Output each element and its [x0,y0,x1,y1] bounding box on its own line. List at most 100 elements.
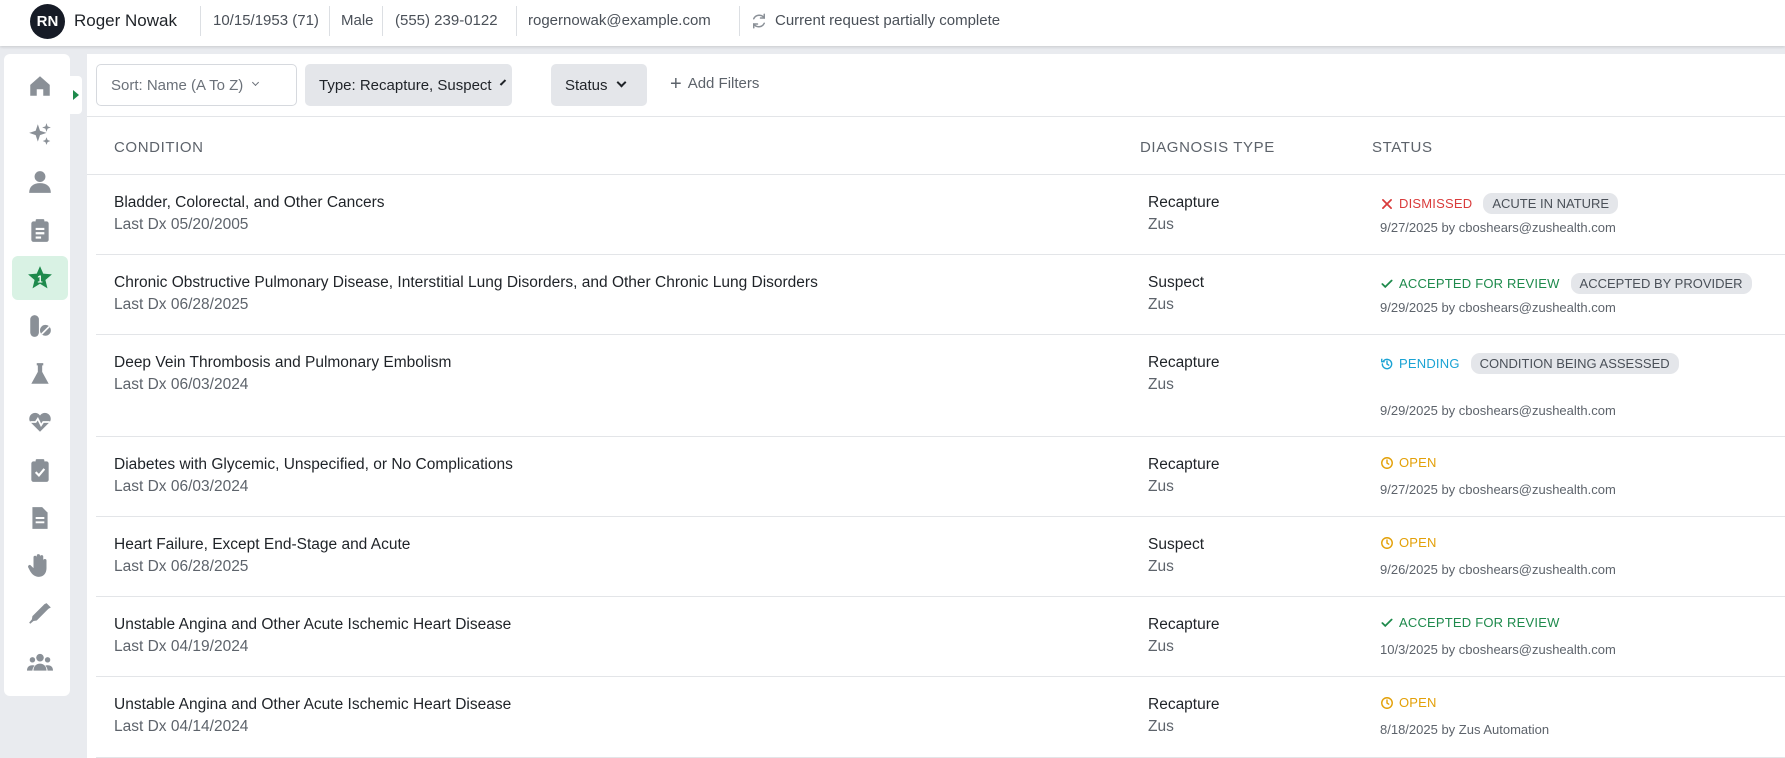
table-row[interactable]: Unstable Angina and Other Acute Ischemic… [96,597,1785,677]
status-updated-by: 8/18/2025 by Zus Automation [1380,722,1550,737]
nav-care[interactable] [12,544,68,588]
syringe-icon [29,603,51,624]
status-cell[interactable]: ACCEPTED FOR REVIEW ACCEPTED BY PROVIDER [1380,273,1752,294]
last-dx-date: Last Dx 06/28/2025 [114,296,249,313]
status-label: ACCEPTED FOR REVIEW [1380,615,1560,630]
nav-conditions[interactable]: 1 [12,256,68,300]
last-dx-date: Last Dx 05/20/2005 [114,216,249,233]
status-cell[interactable]: PENDING CONDITION BEING ASSESSED [1380,353,1679,374]
status-badge: ACUTE IN NATURE [1483,193,1619,214]
conditions-panel: Sort: Name (A To Z) Type: Recapture, Sus… [87,54,1785,758]
condition-name[interactable]: Heart Failure, Except End-Stage and Acut… [114,536,410,554]
patient-name: Roger Nowak [74,11,177,30]
type-filter[interactable]: Type: Recapture, Suspect [305,64,512,106]
clock-icon [1381,456,1393,469]
checkmark-icon [1381,279,1393,288]
condition-name[interactable]: Unstable Angina and Other Acute Ischemic… [114,696,511,714]
condition-name[interactable]: Diabetes with Glycemic, Unspecified, or … [114,456,513,474]
diagnosis-type: Recapture [1148,456,1220,473]
status-label: OPEN [1380,455,1437,470]
status-label: OPEN [1380,695,1437,710]
request-status: Current request partially complete [775,12,1001,29]
patient-dob: 10/15/1953 (71) [213,12,319,29]
status-filter-label: Status [565,76,608,94]
patient-phone: (555) 239-0122 [395,12,498,29]
diagnosis-source: Zus [1148,558,1174,575]
column-header-diagnosis-type[interactable]: DIAGNOSIS TYPE [1140,139,1275,156]
pills-icon [30,315,51,337]
sidebar-nav: 1 [4,54,70,696]
status-filter[interactable]: Status [551,64,647,106]
sort-dropdown[interactable]: Sort: Name (A To Z) [96,64,297,106]
nav-immunizations[interactable] [12,592,68,636]
condition-name[interactable]: Deep Vein Thrombosis and Pulmonary Embol… [114,354,451,372]
nav-medications[interactable] [12,304,68,348]
condition-name[interactable]: Unstable Angina and Other Acute Ischemic… [114,616,511,634]
last-dx-date: Last Dx 04/14/2024 [114,718,249,735]
nav-vitals[interactable] [12,400,68,444]
diagnosis-source: Zus [1148,718,1174,735]
status-cell[interactable]: OPEN [1380,695,1437,710]
table-row[interactable]: Deep Vein Thrombosis and Pulmonary Embol… [96,335,1785,437]
add-filters-button[interactable]: + Add Filters [670,72,759,95]
status-updated-by: 9/26/2025 by cboshears@zushealth.com [1380,562,1616,577]
diagnosis-type: Recapture [1148,194,1220,211]
refresh-icon[interactable] [750,12,768,30]
nav-records[interactable] [12,208,68,252]
header-divider [200,6,201,36]
nav-labs[interactable] [12,352,68,396]
status-updated-by: 9/29/2025 by cboshears@zushealth.com [1380,403,1616,418]
table-row[interactable]: Unstable Angina and Other Acute Ischemic… [96,677,1785,758]
caret-right-icon [73,90,79,100]
sort-label: Sort: Name (A To Z) [111,76,244,94]
status-text: ACCEPTED FOR REVIEW [1399,615,1560,630]
status-text: PENDING [1399,356,1460,371]
table-row[interactable]: Diabetes with Glycemic, Unspecified, or … [96,437,1785,517]
chevron-down-icon [499,79,506,86]
condition-name[interactable]: Bladder, Colorectal, and Other Cancers [114,194,385,212]
table-row[interactable]: Bladder, Colorectal, and Other Cancers La… [96,175,1785,255]
heartbeat-icon [29,412,51,432]
condition-name[interactable]: Chronic Obstructive Pulmonary Disease, I… [114,274,818,292]
status-cell[interactable]: OPEN [1380,455,1437,470]
table-row[interactable]: Heart Failure, Except End-Stage and Acut… [96,517,1785,597]
svg-text:1: 1 [37,274,43,285]
column-header-condition[interactable]: CONDITION [114,139,204,156]
chevron-down-icon [252,78,260,87]
header-divider [739,6,740,36]
sidebar-expand-toggle[interactable] [70,76,82,114]
checkmark-icon [1381,618,1393,627]
sparkles-icon [29,123,51,145]
status-cell[interactable]: DISMISSED ACUTE IN NATURE [1380,193,1619,214]
column-header-status[interactable]: STATUS [1372,139,1433,156]
nav-insights[interactable] [12,112,68,156]
header-divider [516,6,517,36]
last-dx-date: Last Dx 06/03/2024 [114,478,249,495]
status-label: PENDING [1380,356,1460,371]
status-cell[interactable]: ACCEPTED FOR REVIEW [1380,615,1560,630]
history-icon [1381,358,1393,369]
plus-icon: + [670,72,682,95]
status-updated-by: 10/3/2025 by cboshears@zushealth.com [1380,642,1616,657]
status-updated-by: 9/27/2025 by cboshears@zushealth.com [1380,220,1616,235]
status-text: OPEN [1399,695,1437,710]
flask-icon [31,363,49,384]
nav-home[interactable] [12,64,68,108]
nav-tasks[interactable] [12,448,68,492]
table-row[interactable]: Chronic Obstructive Pulmonary Disease, I… [96,255,1785,335]
nav-care-team[interactable] [12,640,68,684]
status-cell[interactable]: OPEN [1380,535,1437,550]
nav-profile[interactable] [12,160,68,204]
status-label: DISMISSED [1380,196,1472,211]
person-icon [29,171,51,193]
users-icon [27,653,53,671]
chevron-down-icon [616,77,626,88]
status-badge: ACCEPTED BY PROVIDER [1570,273,1752,294]
header-divider [329,6,330,36]
avatar: RN [30,4,65,39]
status-updated-by: 9/29/2025 by cboshears@zushealth.com [1380,300,1616,315]
diagnosis-source: Zus [1148,478,1174,495]
nav-documents[interactable] [12,496,68,540]
diagnosis-source: Zus [1148,296,1174,313]
clock-icon [1381,696,1393,709]
